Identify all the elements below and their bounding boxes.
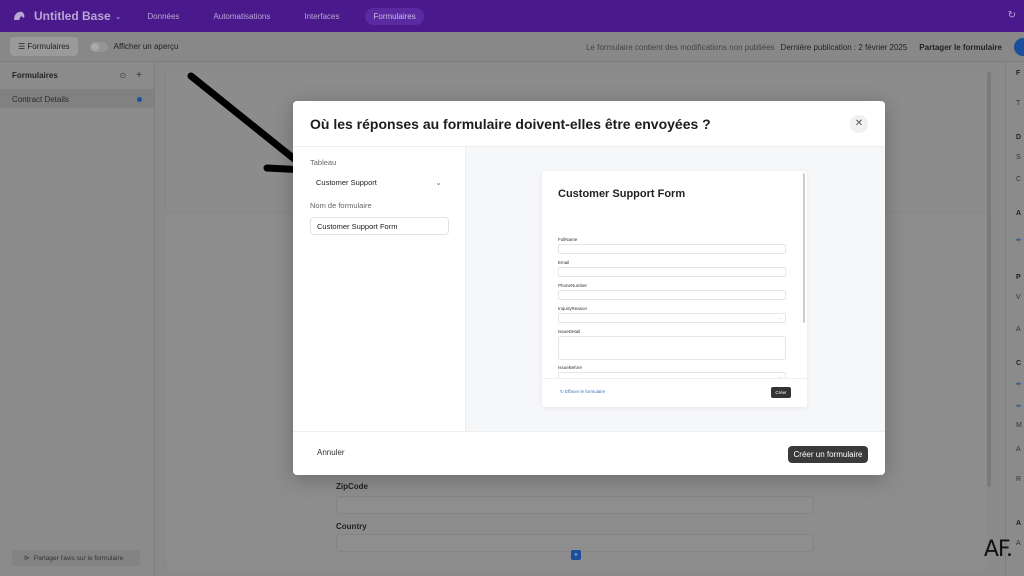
panel-letter: S xyxy=(1016,154,1021,161)
panel-letter: A xyxy=(1016,540,1021,547)
nav-interfaces[interactable]: Interfaces xyxy=(296,8,347,25)
preview-field-label: FullName xyxy=(558,237,578,242)
chevron-down-icon[interactable]: ⌄ xyxy=(115,12,122,21)
panel-link-icon[interactable]: ↞ xyxy=(1016,380,1022,388)
preview-field-label: Email xyxy=(558,260,570,265)
panel-letter: A xyxy=(1016,210,1022,217)
preview-field-select: ⌄ xyxy=(558,313,786,323)
panel-letter: M xyxy=(1016,422,1022,429)
table-label: Tableau xyxy=(310,158,337,167)
preview-submit-button: Créer xyxy=(771,387,791,398)
preview-field-label: InquiryReason xyxy=(558,306,588,311)
dialog-settings: Tableau Customer Support ⌄ Nom de formul… xyxy=(293,147,466,431)
clear-link-label: Effacer le formulaire xyxy=(565,389,606,394)
preview-footer: ↻ Effacer le formulaire Créer xyxy=(542,378,807,407)
preview-field-textarea xyxy=(558,336,786,360)
panel-letter: C xyxy=(1016,360,1022,367)
canvas-scrollbar[interactable] xyxy=(987,72,991,487)
preview-toggle[interactable] xyxy=(89,41,108,52)
dialog-header: Où les réponses au formulaire doivent-el… xyxy=(293,101,885,147)
table-select-value: Customer Support xyxy=(316,178,377,187)
panel-letter: D xyxy=(1016,134,1022,141)
field-input-zipcode[interactable] xyxy=(336,496,814,514)
preview-field-label: PhoneNumber xyxy=(558,283,588,288)
form-destination-dialog: Où les réponses au formulaire doivent-el… xyxy=(293,101,885,475)
form-name-value: Customer Support Form xyxy=(317,221,398,231)
form-name-input[interactable]: Customer Support Form xyxy=(310,217,449,235)
feedback-icon: ⊳ xyxy=(24,555,30,562)
panel-letter: C xyxy=(1016,176,1022,183)
unpublished-notice: Le formulaire contient des modifications… xyxy=(585,42,775,52)
forms-menu-label: Formulaires xyxy=(27,42,70,51)
field-label-zipcode: ZipCode xyxy=(336,482,368,491)
preview-field-input xyxy=(558,244,786,254)
publish-button[interactable] xyxy=(1014,38,1024,56)
sidebar-item-contract-details[interactable]: Contract Details xyxy=(0,90,154,108)
nav-automations[interactable]: Automatisations xyxy=(205,8,278,25)
panel-letter: A xyxy=(1016,520,1022,527)
forms-sidebar: Formulaires ⊙ + Contract Details ⊳ Parta… xyxy=(0,62,155,576)
preview-field-input xyxy=(558,267,786,277)
unpublished-dot xyxy=(137,96,142,102)
settings-panel: F T D S C A ↞ P V A C ↞ ↞ M A R A A xyxy=(1005,62,1024,576)
panel-letter: T xyxy=(1016,100,1021,107)
preview-toggle-label: Afficher un aperçu xyxy=(113,42,179,51)
nav-forms[interactable]: Formulaires xyxy=(365,7,424,25)
preview-field-label: IssueBefore xyxy=(558,365,583,370)
close-icon[interactable]: ✕ xyxy=(850,115,868,133)
preview-field-label: IssueDetail xyxy=(558,329,581,334)
dialog-title: Où les réponses au formulaire doivent-el… xyxy=(310,115,711,132)
sidebar-heading: Formulaires xyxy=(12,71,58,80)
panel-letter: P xyxy=(1016,274,1021,281)
panel-letter: F xyxy=(1016,70,1021,77)
share-form-button[interactable]: Partager le formulaire xyxy=(919,43,1002,52)
cancel-button[interactable]: Annuler xyxy=(317,448,345,457)
panel-letter: A xyxy=(1016,446,1021,453)
form-name-label: Nom de formulaire xyxy=(310,201,372,210)
table-select[interactable]: Customer Support ⌄ xyxy=(310,174,448,191)
forms-toolbar: ☰ Formulaires Afficher un aperçu Le form… xyxy=(0,32,1024,62)
feedback-label: Partager l'avis sur le formulaire xyxy=(33,554,124,562)
sidebar-header: Formulaires ⊙ + xyxy=(0,62,154,90)
create-form-button[interactable]: Créer un formulaire xyxy=(788,446,868,463)
app-logo-icon xyxy=(14,11,25,20)
base-title[interactable]: Untitled Base xyxy=(34,9,111,23)
forms-menu-button[interactable]: ☰ Formulaires xyxy=(10,37,78,56)
panel-letter: R xyxy=(1016,476,1022,483)
watermark: AF. xyxy=(983,537,1013,562)
form-preview-area: Customer Support Form FullName Email Pho… xyxy=(466,147,885,431)
add-form-icon[interactable]: + xyxy=(136,70,142,81)
nav-data[interactable]: Données xyxy=(139,8,187,25)
panel-letter: A xyxy=(1016,326,1021,333)
dialog-footer: Annuler Créer un formulaire xyxy=(293,431,885,475)
preview-field-input xyxy=(558,290,786,300)
field-label-country: Country xyxy=(336,522,367,531)
preview-scrollbar[interactable] xyxy=(803,173,805,323)
add-field-button[interactable]: + xyxy=(571,550,581,560)
sidebar-item-label: Contract Details xyxy=(12,94,69,104)
history-icon[interactable]: ↻ xyxy=(1008,10,1016,21)
panel-link-icon[interactable]: ↞ xyxy=(1016,236,1022,244)
share-feedback-button[interactable]: ⊳ Partager l'avis sur le formulaire xyxy=(12,550,140,566)
panel-link-icon[interactable]: ↞ xyxy=(1016,402,1022,410)
chevron-down-icon: ⌄ xyxy=(778,315,782,320)
info-icon[interactable]: ⊙ xyxy=(119,71,126,80)
form-preview-card: Customer Support Form FullName Email Pho… xyxy=(542,171,807,407)
top-navigation-bar: Untitled Base ⌄ Données Automatisations … xyxy=(0,0,1024,32)
panel-letter: V xyxy=(1016,294,1021,301)
preview-clear-link: ↻ Effacer le formulaire xyxy=(560,389,606,394)
chevron-down-icon: ⌄ xyxy=(435,178,442,187)
last-published: Dernière publication : 2 février 2025 xyxy=(780,42,908,52)
preview-form-title: Customer Support Form xyxy=(558,188,686,200)
